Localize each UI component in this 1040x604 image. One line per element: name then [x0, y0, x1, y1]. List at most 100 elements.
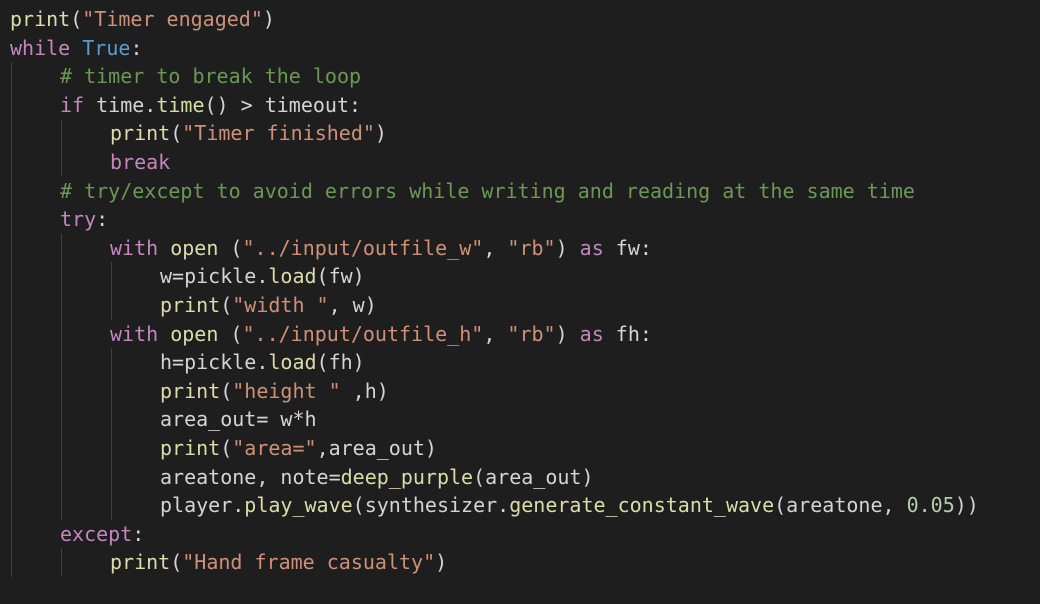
code-token: w=pickle. [160, 264, 269, 289]
indent-guide [111, 348, 112, 520]
code-token: # timer to break the loop [60, 64, 362, 89]
code-token: (fw) [316, 264, 365, 289]
code-line[interactable]: print("Timer engaged") [10, 5, 275, 34]
code-line[interactable]: if time.time() > timeout: [60, 91, 361, 120]
code-editor[interactable]: print("Timer engaged") while True: # timer… [0, 0, 1040, 604]
code-token: ) [555, 321, 580, 346]
code-token: : [132, 521, 145, 546]
code-token: : [96, 207, 109, 232]
code-token: print [110, 121, 171, 146]
code-token: () > timeout: [204, 92, 362, 117]
code-line[interactable]: print("height " ,h) [160, 377, 389, 406]
indent-guide [11, 62, 12, 577]
code-token: ) [374, 121, 387, 146]
code-token: open [170, 321, 219, 346]
code-token: (fh) [316, 350, 365, 375]
code-token: "rb" [507, 321, 556, 346]
code-token: while [10, 35, 71, 60]
code-token: break [110, 150, 171, 174]
code-token: open [170, 235, 219, 260]
code-token: if [60, 92, 85, 117]
code-token: areatone, note= [160, 464, 341, 489]
code-token: deep_purple [340, 464, 474, 489]
code-line[interactable]: area_out= w*h [160, 405, 317, 434]
code-token: fh: [603, 321, 652, 346]
code-line[interactable]: try: [60, 205, 108, 234]
code-token: print [10, 7, 71, 31]
code-token: play_wave [244, 493, 353, 518]
code-token: with [110, 235, 159, 260]
code-token: try [60, 207, 97, 232]
code-token: as [579, 321, 604, 346]
code-token: , [483, 321, 508, 346]
code-token: generate_constant_wave [509, 493, 775, 518]
code-line[interactable]: h=pickle.load(fh) [160, 348, 365, 377]
code-token: area_out= w*h [160, 407, 317, 432]
code-token: "height " [232, 378, 341, 403]
code-line[interactable]: while True: [10, 34, 142, 63]
code-token: )) [954, 493, 979, 518]
code-token: , [483, 235, 508, 260]
code-line[interactable]: with open ("../input/outfile_h", "rb") a… [110, 320, 652, 349]
code-token: "Hand frame casualty" [182, 550, 436, 575]
code-token: ,h) [340, 378, 389, 403]
code-token: with [110, 321, 159, 346]
code-token: print [110, 550, 171, 575]
code-token: "area=" [232, 436, 317, 460]
code-line[interactable]: except: [60, 520, 144, 549]
code-token: ,area_out) [316, 436, 437, 460]
code-token: "rb" [507, 235, 556, 260]
code-token: "Timer finished" [182, 121, 375, 146]
code-line[interactable]: print("width ", w) [160, 291, 377, 320]
code-token: ( [170, 121, 183, 146]
code-line[interactable]: areatone, note=deep_purple(area_out) [160, 463, 594, 492]
code-token: print [160, 378, 221, 403]
code-token: load [268, 264, 317, 289]
code-token: as [579, 235, 604, 260]
code-token: : [130, 35, 143, 60]
code-token: h=pickle. [160, 350, 269, 375]
code-token: , w) [328, 293, 377, 317]
indent-guide [111, 262, 112, 320]
code-line[interactable]: player.play_wave(synthesizer.generate_co… [160, 491, 979, 520]
code-token: "../input/outfile_w" [242, 235, 484, 260]
code-line[interactable]: # try/except to avoid errors while writi… [60, 177, 915, 206]
code-token: ( [220, 293, 233, 317]
code-token: (area_out) [473, 464, 594, 489]
code-token: "width " [232, 293, 329, 317]
code-token: ( [220, 378, 233, 403]
code-token: (synthesizer. [352, 493, 510, 518]
indent-guide [61, 119, 62, 177]
code-line[interactable]: w=pickle.load(fw) [160, 262, 365, 291]
code-line[interactable]: print("Hand frame casualty") [110, 548, 447, 577]
code-token: load [268, 350, 317, 375]
code-token: # try/except to avoid errors while writi… [60, 178, 915, 203]
code-token: "Timer engaged" [82, 7, 263, 31]
indent-guide [61, 548, 62, 577]
code-token: ) [435, 550, 448, 575]
code-line[interactable]: print("area=",area_out) [160, 434, 437, 463]
code-token: time. [84, 92, 157, 117]
code-token: ( [220, 436, 233, 460]
code-token: "../input/outfile_h" [242, 321, 484, 346]
code-token: ( [218, 235, 243, 260]
code-token: time [156, 92, 205, 117]
code-line[interactable]: # timer to break the loop [60, 62, 361, 91]
code-line[interactable]: break [110, 148, 170, 177]
code-token: print [160, 436, 221, 460]
code-token: (areatone, [774, 493, 907, 518]
code-token: ) [262, 7, 275, 31]
code-token: print [160, 293, 221, 317]
code-token: player. [160, 493, 245, 518]
code-line[interactable]: print("Timer finished") [110, 119, 387, 148]
code-line[interactable]: with open ("../input/outfile_w", "rb") a… [110, 234, 652, 263]
code-token: except [60, 521, 133, 546]
code-token: ( [218, 321, 243, 346]
code-token: True [82, 35, 131, 60]
code-token: ) [555, 235, 580, 260]
code-token: ( [170, 550, 183, 575]
code-token: ( [70, 7, 83, 31]
